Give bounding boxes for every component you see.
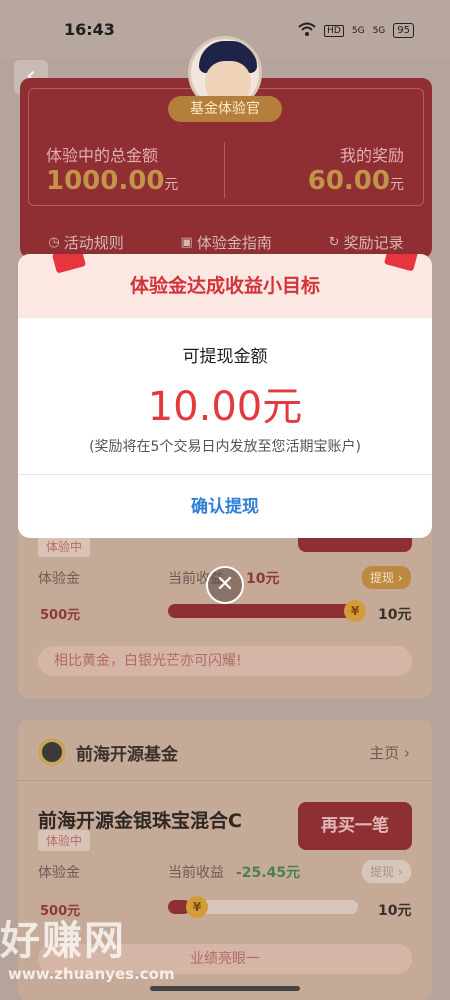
divider xyxy=(224,142,225,198)
dialog-header: 体验金达成收益小目标 xyxy=(18,254,432,318)
status-tag: 体验中 xyxy=(38,536,91,557)
confirm-withdraw-button[interactable]: 确认提现 xyxy=(18,476,432,538)
buy-again-button[interactable]: 再买一笔 xyxy=(298,802,412,850)
watermark-url: www.zhuanyes.com xyxy=(8,965,175,983)
history-icon: ↻ xyxy=(328,235,340,250)
amount-label: 可提现金额 xyxy=(182,347,268,367)
slogan-banner: 相比黄金，白银光芒亦可闪耀! xyxy=(38,646,412,676)
status-tag: 体验中 xyxy=(38,830,91,851)
link-rules[interactable]: ◷ 活动规则 xyxy=(48,232,123,253)
progress-fill xyxy=(168,604,358,618)
card-divider xyxy=(18,780,432,781)
fund-logo-icon xyxy=(38,738,66,766)
progress-bar xyxy=(168,604,358,618)
home-link[interactable]: 主页 › xyxy=(369,742,410,763)
signal-icon: 5G xyxy=(351,25,365,36)
total-amount: 1000.00元 xyxy=(46,166,179,196)
amount-value: 10.00元 xyxy=(147,384,303,430)
battery-icon: 95 xyxy=(393,23,414,38)
header-links: ◷ 活动规则 ▣ 体验金指南 ↻ 奖励记录 xyxy=(20,232,432,253)
reward-amount: 60.00元 xyxy=(307,166,404,196)
reward-label: 我的奖励 xyxy=(339,146,404,165)
status-icons: HD 5G 5G 95 xyxy=(298,22,414,39)
coin-icon: ¥ xyxy=(344,600,366,622)
fund-name: 前海开源金银珠宝混合C xyxy=(38,810,242,832)
reward-dialog: 体验金达成收益小目标 可提现金额 10.00元 (奖励将在5个交易日内发放至您活… xyxy=(18,254,432,538)
dialog-title: 体验金达成收益小目标 xyxy=(129,275,320,297)
link-records[interactable]: ↻ 奖励记录 xyxy=(329,232,404,253)
fund-company[interactable]: 前海开源基金 xyxy=(38,738,178,766)
coin-icon: ¥ xyxy=(186,896,208,918)
book-icon: ▣ xyxy=(180,235,193,250)
earn-value: 10元 xyxy=(246,571,280,587)
dialog-note: (奖励将在5个交易日内发放至您活期宝账户) xyxy=(89,439,361,455)
close-icon[interactable]: ✕ xyxy=(206,566,244,604)
red-envelope-icon xyxy=(383,254,419,272)
hd-icon: HD xyxy=(324,24,344,37)
status-time: 16:43 xyxy=(64,20,115,39)
withdraw-button[interactable]: 提现 › xyxy=(362,860,411,883)
reward-unit: 元 xyxy=(390,177,404,193)
signal-icon: 5G xyxy=(372,25,386,36)
link-guide[interactable]: ▣ 体验金指南 xyxy=(181,232,272,253)
trial-amount: 500元 xyxy=(40,608,81,623)
withdraw-button[interactable]: 提现 › xyxy=(362,566,411,589)
target-amount: 10元 xyxy=(378,903,412,919)
wifi-icon xyxy=(298,22,316,39)
earn-label: 当前收益 xyxy=(168,865,224,881)
target-amount: 10元 xyxy=(378,607,412,623)
dialog-divider xyxy=(18,474,432,475)
trial-label: 体验金 xyxy=(38,571,80,587)
total-label: 体验中的总金额 xyxy=(46,146,159,165)
clock-icon: ◷ xyxy=(48,235,60,250)
red-envelope-icon xyxy=(51,254,87,274)
watermark-logo: 好赚网 xyxy=(0,918,126,964)
earn-value: -25.45元 xyxy=(236,865,301,881)
trial-label: 体验金 xyxy=(38,865,80,881)
total-unit: 元 xyxy=(164,177,179,193)
home-indicator[interactable] xyxy=(150,986,300,991)
title-badge: 基金体验官 xyxy=(168,96,282,122)
